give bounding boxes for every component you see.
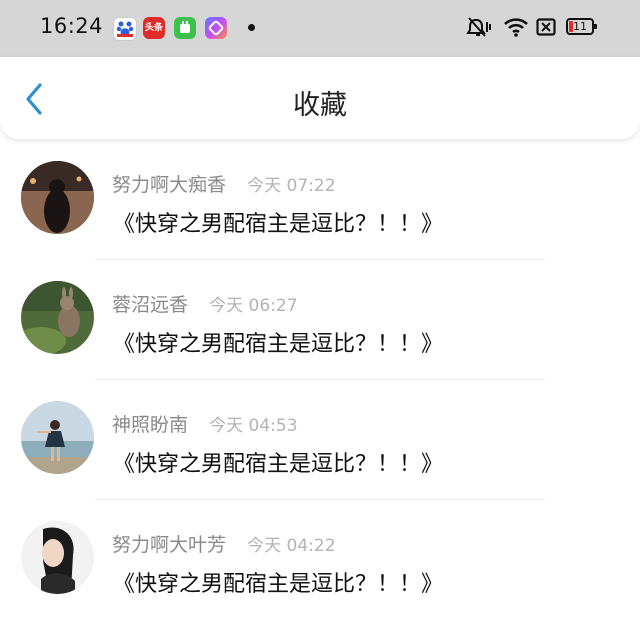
avatar[interactable] bbox=[21, 521, 94, 594]
list-item[interactable]: 努力啊大痴香 今天 07:22 《快穿之男配宿主是逗比？！！》 bbox=[0, 140, 640, 260]
item-meta: 努力啊大叶芳 今天 04:22 bbox=[112, 530, 336, 557]
timestamp: 今天 04:22 bbox=[247, 536, 336, 556]
top-bar: 收藏 bbox=[0, 57, 640, 139]
battery-level: 11 bbox=[573, 20, 587, 33]
list-item[interactable]: 蓉沼远香 今天 06:27 《快穿之男配宿主是逗比？！！》 bbox=[0, 260, 640, 380]
shortcut-app-icon bbox=[205, 17, 227, 39]
favorite-text[interactable]: 《快穿之男配宿主是逗比？！！》 bbox=[113, 326, 443, 358]
favorite-text[interactable]: 《快穿之男配宿主是逗比？！！》 bbox=[113, 446, 443, 478]
list-item[interactable]: 神照盼南 今天 04:53 《快穿之男配宿主是逗比？！！》 bbox=[0, 380, 640, 500]
status-time: 16:24 bbox=[40, 14, 104, 38]
item-meta: 蓉沼远香 今天 06:27 bbox=[112, 290, 298, 317]
favorite-text[interactable]: 《快穿之男配宿主是逗比？！！》 bbox=[113, 206, 443, 238]
toutiao-app-icon: 头条 bbox=[143, 17, 165, 39]
sim-icon bbox=[536, 18, 556, 40]
wechat-like-app-icon bbox=[174, 17, 196, 39]
page-title: 收藏 bbox=[293, 90, 347, 121]
mute-icon bbox=[466, 16, 492, 42]
user-name[interactable]: 努力啊大痴香 bbox=[112, 174, 226, 196]
user-name[interactable]: 神照盼南 bbox=[112, 414, 188, 436]
toutiao-label: 头条 bbox=[144, 23, 163, 33]
baidu-app-icon bbox=[113, 17, 137, 41]
list-item[interactable]: 努力啊大叶芳 今天 04:22 《快穿之男配宿主是逗比？！！》 bbox=[0, 500, 640, 620]
favorites-list: 努力啊大痴香 今天 07:22 《快穿之男配宿主是逗比？！！》 蓉沼远香 今天 … bbox=[0, 140, 640, 620]
user-name[interactable]: 蓉沼远香 bbox=[112, 294, 188, 316]
timestamp: 今天 07:22 bbox=[247, 176, 336, 196]
avatar[interactable] bbox=[21, 281, 94, 354]
item-meta: 努力啊大痴香 今天 07:22 bbox=[112, 170, 336, 197]
timestamp: 今天 04:53 bbox=[209, 416, 298, 436]
item-meta: 神照盼南 今天 04:53 bbox=[112, 410, 298, 437]
wifi-icon bbox=[503, 17, 529, 41]
notification-dot-icon bbox=[248, 24, 255, 31]
status-bar: 16:24 头条 11 bbox=[0, 0, 640, 57]
battery-icon: 11 bbox=[566, 18, 597, 35]
avatar[interactable] bbox=[21, 401, 94, 474]
timestamp: 今天 06:27 bbox=[209, 296, 298, 316]
favorite-text[interactable]: 《快穿之男配宿主是逗比？！！》 bbox=[113, 566, 443, 598]
user-name[interactable]: 努力啊大叶芳 bbox=[112, 534, 226, 556]
avatar[interactable] bbox=[21, 161, 94, 234]
